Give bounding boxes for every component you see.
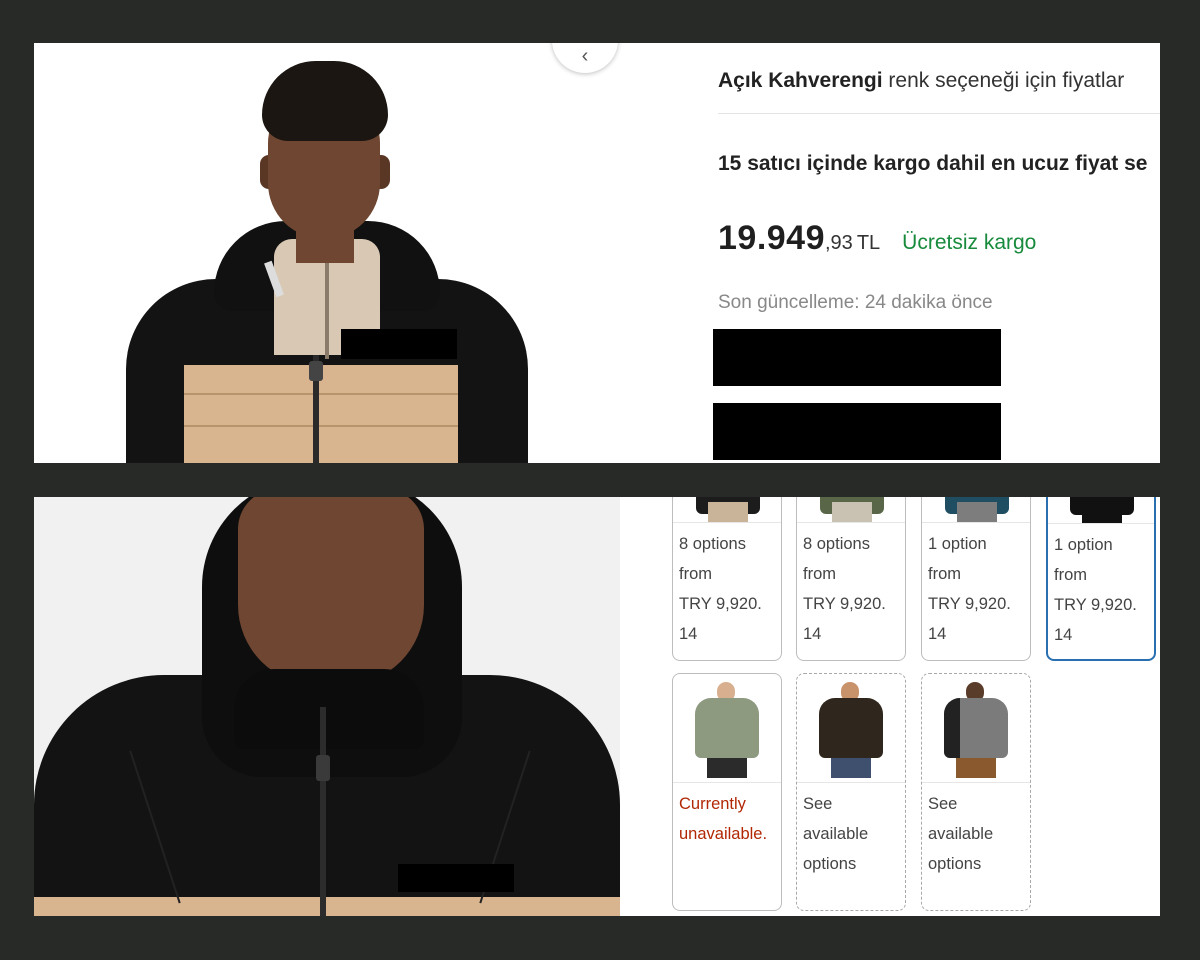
option-price: TRY 9,920. bbox=[928, 595, 1011, 613]
variant-status-2: unavailable. bbox=[679, 825, 768, 843]
option-price-cents: 14 bbox=[679, 625, 698, 643]
jacket-thumb bbox=[695, 698, 759, 758]
price-decimal: ,93 bbox=[825, 232, 853, 254]
pants-thumb bbox=[957, 502, 997, 522]
option-price: TRY 9,920. bbox=[803, 595, 886, 613]
quilt-line bbox=[184, 425, 458, 427]
product-photo-closeup[interactable] bbox=[34, 497, 620, 916]
zipper-pull bbox=[309, 361, 323, 381]
product-photo-front[interactable] bbox=[34, 43, 594, 463]
jacket-thumb bbox=[819, 698, 883, 758]
price-row: 19.949,93 TL Ücretsiz kargo bbox=[718, 219, 1036, 258]
collar-zipper bbox=[325, 249, 329, 359]
pants-thumb bbox=[708, 502, 748, 522]
variant-thumbnail bbox=[673, 674, 781, 783]
color-options-grid: 8 options from TRY 9,920. 14 8 options f… bbox=[672, 497, 1160, 916]
variant-thumbnail bbox=[922, 674, 1030, 783]
sellers-summary: 15 satıcı içinde kargo dahil en ucuz fiy… bbox=[718, 152, 1148, 175]
redaction-bar bbox=[398, 864, 514, 892]
option-thumbnail bbox=[797, 497, 905, 523]
option-price-cents: 14 bbox=[928, 625, 947, 643]
color-option-heading: Açık Kahverengi renk seçeneği için fiyat… bbox=[718, 69, 1124, 93]
jacket-tan-panel bbox=[34, 897, 620, 916]
redaction-bar bbox=[713, 403, 1001, 460]
option-card[interactable]: 8 options from TRY 9,920. 14 bbox=[796, 497, 906, 661]
zipper-pull bbox=[316, 755, 330, 781]
variant-link-line: options bbox=[803, 855, 857, 873]
color-heading-rest: renk seçeneği için fiyatlar bbox=[882, 69, 1125, 92]
model-hair bbox=[262, 61, 388, 141]
price-info: Açık Kahverengi renk seçeneği için fiyat… bbox=[718, 43, 1160, 463]
option-price: TRY 9,920. bbox=[1054, 596, 1137, 614]
option-price-cents: 14 bbox=[1054, 626, 1073, 644]
option-count: 8 options bbox=[803, 535, 870, 553]
option-thumbnail bbox=[673, 497, 781, 523]
option-card[interactable]: 1 option from TRY 9,920. 14 bbox=[921, 497, 1031, 661]
option-card-selected[interactable]: 1 option from TRY 9,920. 14 bbox=[1046, 497, 1156, 661]
bottom-screenshot-panel: 8 options from TRY 9,920. 14 8 options f… bbox=[34, 497, 1160, 916]
model-face bbox=[238, 497, 424, 685]
quilt-line bbox=[184, 393, 458, 395]
pants-thumb bbox=[707, 758, 747, 778]
option-from: from bbox=[803, 565, 836, 583]
variant-card[interactable]: See available options bbox=[921, 673, 1031, 911]
variant-link-line: options bbox=[928, 855, 982, 873]
color-name: Açık Kahverengi bbox=[718, 69, 883, 92]
pants-thumb bbox=[831, 758, 871, 778]
jacket-collar bbox=[234, 669, 424, 749]
option-thumbnail bbox=[922, 497, 1030, 523]
free-shipping-label: Ücretsiz kargo bbox=[902, 231, 1037, 254]
option-from: from bbox=[928, 565, 961, 583]
variant-card[interactable]: Currently unavailable. bbox=[672, 673, 782, 911]
variant-thumbnail bbox=[797, 674, 905, 783]
option-price: TRY 9,920. bbox=[679, 595, 762, 613]
option-from: from bbox=[679, 565, 712, 583]
price-currency: TL bbox=[856, 232, 881, 254]
pants-thumb bbox=[1082, 503, 1122, 523]
option-count: 1 option bbox=[1054, 536, 1113, 554]
variant-link-line: See bbox=[928, 795, 958, 813]
pants-thumb bbox=[832, 502, 872, 522]
last-update-text: Son güncelleme: 24 dakika önce bbox=[718, 292, 993, 313]
jacket-zipper bbox=[320, 707, 326, 916]
option-price-cents: 14 bbox=[803, 625, 822, 643]
variant-link-line: available bbox=[928, 825, 994, 843]
variant-status: Currently bbox=[679, 795, 746, 813]
price-main: 19.949 bbox=[718, 219, 825, 257]
option-from: from bbox=[1054, 566, 1087, 584]
option-count: 1 option bbox=[928, 535, 987, 553]
redaction-bar bbox=[713, 329, 1001, 386]
variant-link-line: See bbox=[803, 795, 833, 813]
top-screenshot-panel: ‹ Açık Kahverengi renk seçeneği için fiy… bbox=[34, 43, 1160, 463]
pants-thumb bbox=[956, 758, 996, 778]
variant-link-line: available bbox=[803, 825, 869, 843]
option-count: 8 options bbox=[679, 535, 746, 553]
jacket-side-thumb bbox=[944, 698, 960, 758]
variant-card[interactable]: See available options bbox=[796, 673, 906, 911]
option-card[interactable]: 8 options from TRY 9,920. 14 bbox=[672, 497, 782, 661]
option-thumbnail bbox=[1048, 497, 1154, 524]
divider bbox=[718, 113, 1160, 114]
redaction-bar bbox=[341, 329, 457, 359]
chevron-left-icon: ‹ bbox=[581, 45, 589, 67]
